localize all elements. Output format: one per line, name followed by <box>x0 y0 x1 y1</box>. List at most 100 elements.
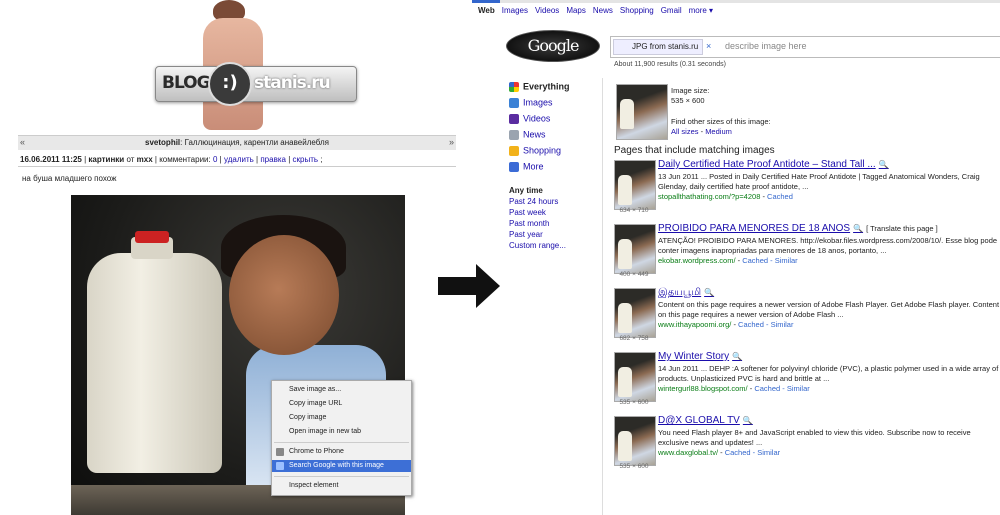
post-meta: 16.06.2011 11:25 | картинки от mxx | ком… <box>20 155 323 164</box>
menu-copy-image-url[interactable]: Copy image URL <box>272 398 411 410</box>
nav-shopping[interactable]: Shopping <box>620 6 654 15</box>
result-title-5[interactable]: D@X GLOBAL TV 🔍 <box>658 415 753 426</box>
sidebar-label: More <box>523 161 544 172</box>
cached-similar-links[interactable]: Cached - Similar <box>754 384 809 393</box>
time-filter-week[interactable]: Past week <box>509 208 546 217</box>
result-url-2: ekobar.wordpress.com/ - Cached - Similar <box>658 256 798 265</box>
post-author[interactable]: svetophil <box>145 138 180 147</box>
videos-icon <box>509 113 519 124</box>
cached-similar-links[interactable]: Cached - Similar <box>725 448 780 457</box>
context-menu: Save image as... Copy image URL Copy ima… <box>271 380 412 496</box>
menu-search-google-image[interactable]: Search Google with this image <box>272 460 411 472</box>
result-title-4[interactable]: My Winter Story 🔍 <box>658 351 742 362</box>
logo-text-site: stanis.ru <box>254 73 331 93</box>
post-title: svetophil: Галлюцинация, карентли анавей… <box>0 138 474 147</box>
comments-count-link[interactable]: 0 <box>213 155 217 164</box>
medium-size-link[interactable]: Medium <box>705 127 732 136</box>
camera-icon <box>276 462 284 470</box>
describe-image-placeholder[interactable]: describe image here <box>725 41 807 51</box>
result-title-1[interactable]: Daily Certified Hate Proof Antidote – St… <box>658 159 889 170</box>
magnify-icon[interactable]: 🔍 <box>704 288 714 297</box>
sidebar-label: News <box>523 129 546 140</box>
edit-link[interactable]: правка <box>260 155 286 164</box>
nav-more[interactable]: more ▾ <box>689 6 713 15</box>
nav-web[interactable]: Web <box>478 6 495 15</box>
sidebar-label: Videos <box>523 113 551 124</box>
nav-gmail[interactable]: Gmail <box>661 6 682 15</box>
time-filter-any[interactable]: Any time <box>509 186 543 195</box>
query-image-large[interactable] <box>616 84 668 140</box>
result-thumb-3[interactable] <box>614 288 656 338</box>
sidebar-item-more[interactable]: More <box>509 161 544 172</box>
menu-save-image[interactable]: Save image as... <box>272 384 411 396</box>
close-icon[interactable]: × <box>706 41 711 51</box>
meta-separator: | <box>256 155 259 164</box>
all-sizes-link[interactable]: All sizes <box>671 127 699 136</box>
user-link[interactable]: mxx <box>137 155 153 164</box>
menu-separator <box>274 442 409 443</box>
time-filter-year[interactable]: Past year <box>509 230 543 239</box>
result-thumb-4[interactable] <box>614 352 656 402</box>
sidebar-item-everything[interactable]: Everything <box>509 81 570 92</box>
hide-link[interactable]: скрыть <box>293 155 319 164</box>
result-thumb-2[interactable] <box>614 224 656 274</box>
cached-similar-links[interactable]: Cached - Similar <box>742 256 797 265</box>
result-url-text[interactable]: ekobar.wordpress.com/ <box>658 256 736 265</box>
time-filter-custom[interactable]: Custom range... <box>509 241 566 250</box>
menu-open-image-new-tab[interactable]: Open image in new tab <box>272 426 411 438</box>
translate-link[interactable]: [ Translate this page ] <box>866 224 938 233</box>
nav-images[interactable]: Images <box>502 6 528 15</box>
result-snippet-4: 14 Jun 2011 ... DEHP :A softener for pol… <box>658 364 999 383</box>
result-title-text: D@X GLOBAL TV <box>658 415 740 426</box>
result-snippet-2: ATENÇÃO! PROIBIDO PARA MENORES. http://e… <box>658 236 998 255</box>
menu-chrome-to-phone-label: Chrome to Phone <box>289 448 344 455</box>
magnify-icon[interactable]: 🔍 <box>879 160 889 169</box>
result-title-3[interactable]: இதயபூமி 🔍 <box>658 287 714 299</box>
result-snippet-1: 13 Jun 2011 ... Posted in Daily Certifie… <box>658 172 980 191</box>
nav-news[interactable]: News <box>593 6 613 15</box>
post-divider <box>18 166 456 167</box>
magnify-icon[interactable]: 🔍 <box>743 416 753 425</box>
result-url-text[interactable]: www.ithayapoomi.org/ <box>658 320 731 329</box>
magnify-icon[interactable]: 🔍 <box>853 224 863 233</box>
magnify-icon[interactable]: 🔍 <box>732 352 742 361</box>
top-bar <box>472 0 1000 3</box>
result-url-4: wintergurl88.blogspot.com/ - Cached - Si… <box>658 384 810 393</box>
google-logo[interactable]: Google <box>506 30 600 62</box>
result-dims: 634 × 710 <box>619 207 649 214</box>
result-url-text[interactable]: www.daxglobal.tv/ <box>658 448 718 457</box>
everything-icon <box>509 81 519 92</box>
google-nav: Web Images Videos Maps News Shopping Gmail more… <box>478 6 720 15</box>
delete-link[interactable]: удалить <box>224 155 254 164</box>
result-url-5: www.daxglobal.tv/ - Cached - Similar <box>658 448 781 457</box>
time-filter-month[interactable]: Past month <box>509 219 549 228</box>
menu-chrome-to-phone[interactable]: Chrome to Phone <box>272 446 411 458</box>
result-dims: 400 × 449 <box>619 271 649 278</box>
result-thumb-1[interactable] <box>614 160 656 210</box>
nav-videos[interactable]: Videos <box>535 6 559 15</box>
query-image-chip[interactable]: JPG from stanis.ru <box>613 39 704 55</box>
cached-link[interactable]: Cached <box>767 192 793 201</box>
photo-bottle <box>87 253 222 473</box>
sidebar-item-shopping[interactable]: Shopping <box>509 145 561 156</box>
cached-similar-links[interactable]: Cached - Similar <box>738 320 793 329</box>
sidebar-item-videos[interactable]: Videos <box>509 113 550 124</box>
sidebar-item-news[interactable]: News <box>509 129 546 140</box>
category-link[interactable]: картинки <box>88 155 124 164</box>
result-url-text[interactable]: stopallthathating.com/?p=4208 <box>658 192 760 201</box>
result-url-text[interactable]: wintergurl88.blogspot.com/ <box>658 384 748 393</box>
menu-inspect-element[interactable]: Inspect element <box>272 480 411 492</box>
sidebar-item-images[interactable]: Images <box>509 97 553 108</box>
result-title-2[interactable]: PROIBIDO PARA MENORES DE 18 ANOS 🔍[ Trans… <box>658 223 938 234</box>
time-filter-24h[interactable]: Past 24 hours <box>509 197 558 206</box>
result-title-text: இதயபூமி <box>658 287 702 298</box>
photo-bottle-cap <box>135 231 169 243</box>
arrow-right-icon <box>438 277 476 295</box>
post-title-text: : Галлюцинация, карентли анавейлебля <box>180 138 329 147</box>
menu-copy-image[interactable]: Copy image <box>272 412 411 424</box>
result-title-text: PROIBIDO PARA MENORES DE 18 ANOS <box>658 223 851 234</box>
menu-search-google-image-label: Search Google with this image <box>289 462 384 469</box>
result-url-1: stopallthathating.com/?p=4208 - Cached <box>658 192 793 201</box>
nav-maps[interactable]: Maps <box>566 6 586 15</box>
result-thumb-5[interactable] <box>614 416 656 466</box>
